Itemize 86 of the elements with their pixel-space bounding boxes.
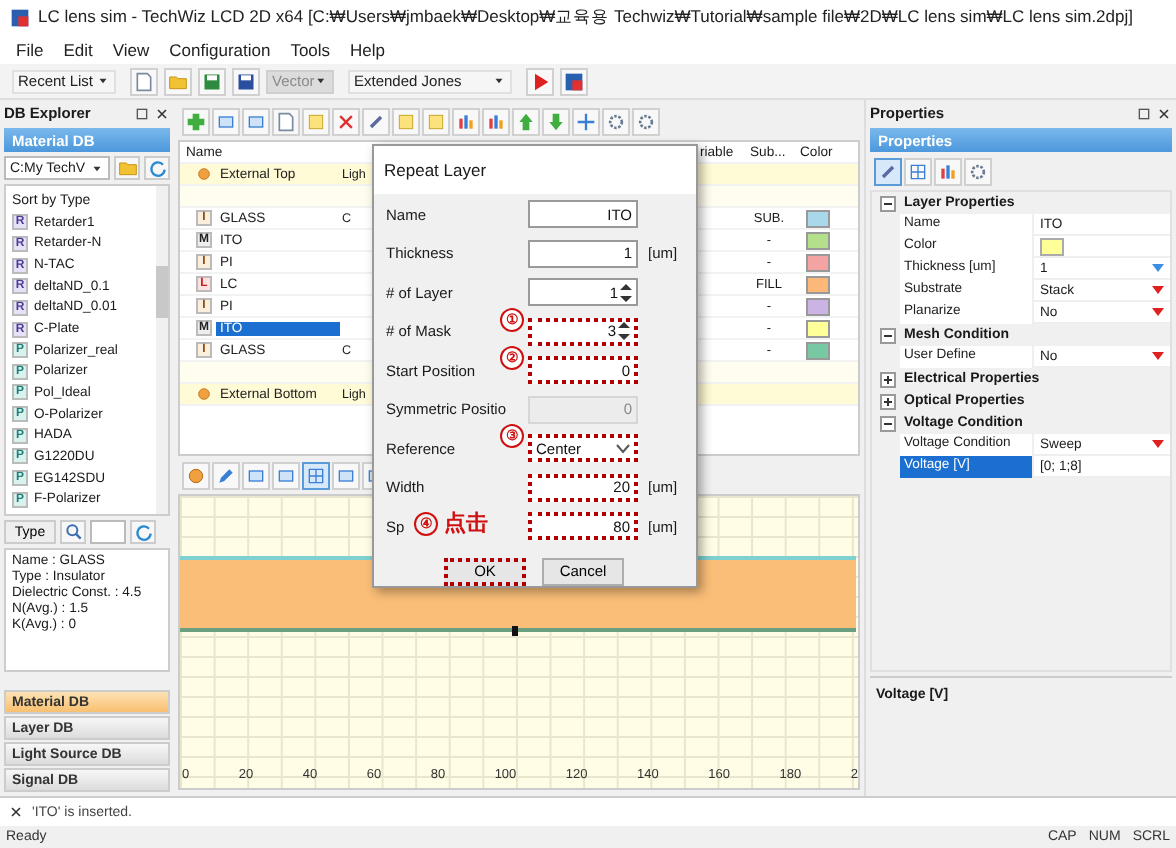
toolbar-button[interactable] (332, 107, 360, 135)
toolbar-button[interactable] (242, 461, 270, 489)
dropdown-icon[interactable] (1152, 286, 1164, 294)
arrow-down-icon (546, 111, 566, 131)
grid-icon (908, 161, 928, 181)
collapse-icon[interactable] (880, 195, 896, 211)
menu-item[interactable]: Tools (282, 40, 339, 60)
arrow-up-icon (516, 111, 536, 131)
grid-icon (306, 465, 326, 485)
spinner-icon[interactable] (620, 281, 632, 303)
menu-item[interactable]: Help (342, 40, 394, 60)
dropdown-icon[interactable] (1152, 308, 1164, 316)
bar-chart-icon (486, 111, 506, 131)
restore-icon (1136, 105, 1152, 121)
spinner-icon[interactable] (618, 320, 630, 342)
toolbar-button[interactable] (212, 461, 240, 489)
folder-button[interactable] (114, 156, 140, 180)
refresh-button[interactable] (144, 156, 170, 180)
toolbar-button[interactable] (198, 67, 226, 95)
folder-icon (168, 71, 188, 91)
toolbar-button[interactable] (602, 107, 630, 135)
toolbar-button[interactable] (332, 461, 360, 489)
caret-icon (96, 74, 110, 88)
frame-icon (336, 465, 356, 485)
close-icon (8, 804, 24, 820)
dropdown-icon[interactable] (1152, 440, 1164, 448)
refresh-icon (133, 522, 153, 542)
toolbar-button[interactable] (362, 107, 390, 135)
dropdown-icon[interactable] (1152, 352, 1164, 360)
toolbar-button[interactable] (232, 67, 260, 95)
caret-icon (90, 161, 104, 175)
plus-icon (186, 111, 206, 131)
toolbar-button[interactable] (452, 107, 480, 135)
scrollbar-thumb[interactable] (156, 266, 168, 318)
color-swatch[interactable] (1040, 237, 1064, 255)
toolbar-button[interactable] (130, 67, 158, 95)
page-icon (134, 71, 154, 91)
close-icon (154, 105, 170, 121)
play-icon (530, 71, 550, 91)
toolbar-button[interactable] (526, 67, 554, 95)
save-icon (236, 71, 256, 91)
expand-icon[interactable] (880, 393, 896, 409)
expand-icon[interactable] (880, 371, 896, 387)
chevron-down-icon[interactable] (616, 443, 630, 453)
caret-icon (314, 74, 328, 88)
toolbar-button[interactable] (874, 157, 902, 185)
dialog-title: Repeat Layer (374, 146, 696, 194)
pencil-icon (216, 465, 236, 485)
refresh-button[interactable] (130, 520, 156, 544)
refresh-icon (147, 158, 167, 178)
window-title: LC lens sim - TechWiz LCD 2D x64 [C:₩Users₩jmbaek₩Desktop₩교육용 Techwiz₩Tutorial₩sample file₩2D₩LC lens sim₩LC lens sim.2dpj] (38, 6, 1133, 30)
toolbar-button[interactable] (560, 67, 588, 95)
toolbar-button[interactable] (964, 157, 992, 185)
caret-icon (492, 74, 506, 88)
toolbar-button[interactable] (182, 461, 210, 489)
search-icon (63, 522, 83, 542)
cross-icon (336, 111, 356, 131)
menu-item[interactable]: Edit (55, 40, 101, 60)
toolbar-button[interactable] (242, 107, 270, 135)
collapse-icon[interactable] (880, 415, 896, 431)
toolbar-button[interactable] (482, 107, 510, 135)
toolbar-button[interactable] (272, 107, 300, 135)
window-icon (564, 71, 584, 91)
menu-item[interactable]: File (8, 40, 52, 60)
search-button[interactable] (60, 520, 86, 544)
toolbar-button[interactable] (904, 157, 932, 185)
filter-field[interactable] (90, 520, 126, 544)
menu-item[interactable]: View (104, 40, 158, 60)
save-icon (202, 71, 222, 91)
app-logo-icon (10, 8, 30, 28)
page-icon (276, 111, 296, 131)
collapse-icon[interactable] (880, 327, 896, 343)
toolbar-button[interactable] (302, 461, 330, 489)
dropdown-icon[interactable] (1152, 264, 1164, 272)
callout-text: 点击 (444, 509, 488, 538)
restore-icon (134, 105, 150, 121)
toolbar-button[interactable] (934, 157, 962, 185)
toolbar-button[interactable] (212, 107, 240, 135)
bar-chart-icon (456, 111, 476, 131)
folder-icon (117, 158, 137, 178)
bar-chart-icon (938, 161, 958, 181)
close-icon (1156, 105, 1172, 121)
toolbar-button[interactable] (632, 107, 660, 135)
toolbar-button[interactable] (572, 107, 600, 135)
toolbar-button[interactable] (272, 461, 300, 489)
menu-item[interactable]: Configuration (161, 40, 279, 60)
